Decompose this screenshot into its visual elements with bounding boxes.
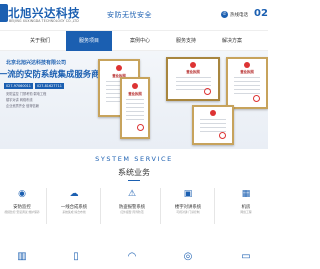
hero-banner[interactable]: 北京北旭兴达科技有限公司 一流的安防系统集成服务商 027-97060011 0…: [0, 51, 268, 149]
service-card[interactable]: ☁ 一线合成系统 系统集成 综合布线: [56, 188, 92, 228]
emblem-icon: [190, 62, 196, 68]
banner-desc-line: 企业资质齐全 值得信赖: [6, 104, 39, 108]
divider: [160, 188, 161, 224]
site-header: 北旭兴达科技 BEIJING XUXINGDA TECHNOLOGY CO.,L…: [0, 0, 268, 30]
emblem-icon: [132, 83, 138, 89]
emblem-icon: [210, 110, 216, 116]
seal-icon: [219, 132, 227, 140]
certificate-image: 营业执照: [166, 57, 220, 101]
cloud-icon: ☁: [69, 189, 79, 199]
nav-item-cases[interactable]: 案例中心: [120, 31, 160, 52]
divider: [46, 188, 47, 224]
fingerprint-icon[interactable]: ◎: [181, 250, 195, 264]
phone-label: 热线电话: [230, 13, 248, 18]
service-card[interactable]: ▦ 机房 网络工程: [228, 188, 264, 228]
section-title-en: SYSTEM SERVICE: [95, 155, 173, 163]
main-nav: 关于我们 服务项目 案例中心 服务支持 解决方案: [0, 30, 268, 52]
door-icon[interactable]: ▯: [69, 250, 83, 264]
certificate-title: 营业执照: [128, 92, 142, 96]
service-desc: 可视对讲 门禁控制: [176, 210, 200, 214]
certificate-image: [192, 105, 234, 145]
banner-desc-line: 楼宇对讲 网络布线: [6, 98, 33, 102]
logo-mark[interactable]: [0, 4, 8, 22]
emblem-icon: [244, 62, 250, 68]
service-card[interactable]: ⚠ 防盗报警系统 红外报警 周界防范: [114, 188, 150, 228]
logo-subtitle: BEIJING XUXINGDA TECHNOLOGY CO.,LTD: [9, 19, 79, 23]
nav-item-services[interactable]: 服务项目: [66, 31, 112, 52]
banner-company-name: 北京北旭兴达科技有限公司: [6, 60, 67, 66]
banner-tag: 027-97060011: [4, 83, 33, 89]
service-card[interactable]: ◉ 安防监控 视频监控 安装调试 维护保养: [4, 188, 40, 228]
network-icon: ▦: [241, 189, 251, 199]
certificate-image: 营业执照: [226, 57, 268, 109]
emblem-icon: [116, 65, 122, 71]
service-desc: 网络工程: [240, 210, 252, 214]
seal-icon: [253, 95, 261, 103]
nav-item-solutions[interactable]: 解决方案: [212, 31, 252, 52]
certificate-title: 营业执照: [240, 70, 254, 74]
camera-icon: ◉: [18, 189, 26, 199]
service-desc: 红外报警 周界防范: [120, 210, 144, 214]
service-card[interactable]: ▣ 楼宇对讲系统 可视对讲 门禁控制: [170, 188, 206, 228]
banner-desc-line: 安防监控 门禁考勤 弱电工程: [6, 92, 47, 96]
seal-icon: [137, 124, 145, 132]
screen-icon[interactable]: ▭: [239, 250, 253, 264]
divider: [214, 188, 215, 224]
slogan: 安防无忧安全: [107, 11, 152, 19]
nav-item-support[interactable]: 服务支持: [166, 31, 206, 52]
banner-tag: 027-81627711: [34, 83, 64, 89]
certificate-title: 营业执照: [186, 70, 200, 74]
certificate-image: 营业执照: [120, 77, 150, 139]
alarm-icon: ⚠: [127, 189, 137, 199]
seal-icon: [203, 88, 211, 95]
phone-icon: ✆: [221, 11, 228, 18]
section-title-underline: [128, 180, 140, 181]
wifi-icon[interactable]: ◠: [125, 250, 139, 264]
building-icon[interactable]: ▥: [15, 250, 29, 264]
service-desc: 视频监控 安装调试 维护保养: [4, 210, 40, 214]
service-desc: 系统集成 综合布线: [62, 210, 86, 214]
intercom-icon: ▣: [183, 189, 193, 199]
divider: [100, 188, 101, 224]
banner-tag-row: 027-97060011 027-81627711: [4, 83, 64, 89]
nav-item-about[interactable]: 关于我们: [20, 31, 60, 52]
section-title-cn: 系统业务: [118, 168, 150, 177]
phone-number[interactable]: 02: [254, 8, 268, 19]
banner-headline: 一流的安防系统集成服务商: [0, 69, 100, 79]
